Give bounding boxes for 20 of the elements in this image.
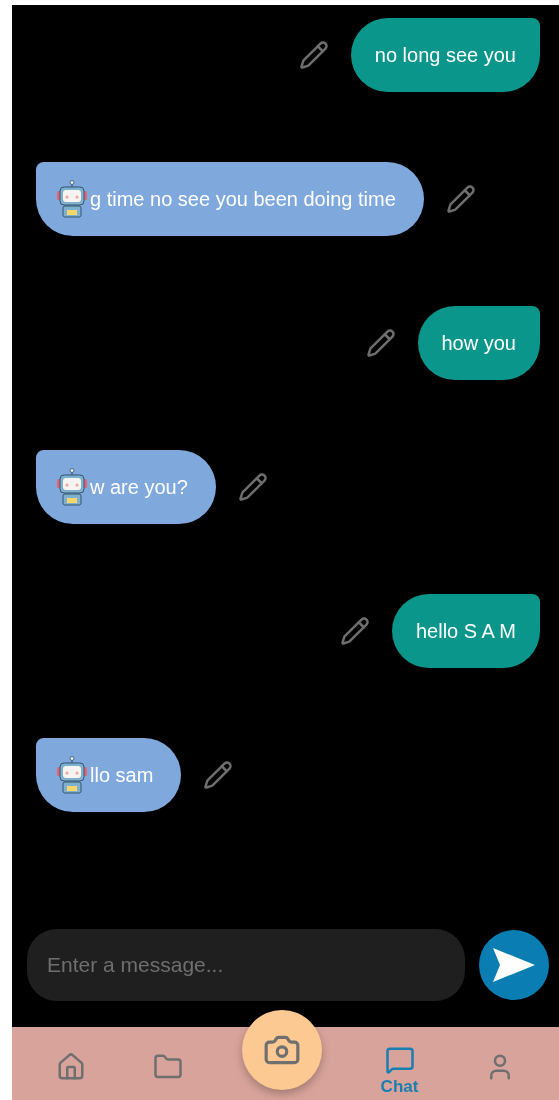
message-text: how you <box>441 331 516 355</box>
edit-icon[interactable] <box>298 40 329 70</box>
edit-icon[interactable] <box>445 184 476 214</box>
home-icon <box>55 1051 86 1082</box>
camera-button[interactable] <box>241 1009 322 1090</box>
message-text: w are you? <box>90 475 188 499</box>
edit-icon[interactable] <box>237 472 268 502</box>
message-text: hello S A M <box>415 619 516 643</box>
robot-avatar-icon <box>56 468 88 506</box>
robot-avatar-icon <box>56 180 88 218</box>
message-text: llo sam <box>90 763 154 787</box>
robot-avatar-icon <box>56 756 88 794</box>
chat-tab[interactable]: Chat <box>372 1040 427 1100</box>
message-text: g time no see you been doing time <box>90 187 396 211</box>
edit-icon[interactable] <box>203 760 234 790</box>
send-icon <box>492 947 536 983</box>
edit-icon[interactable] <box>365 328 396 358</box>
edit-icon[interactable] <box>339 616 370 646</box>
message-text: no long see you <box>374 43 516 67</box>
message-input-field[interactable]: Enter a message... <box>27 929 465 1001</box>
